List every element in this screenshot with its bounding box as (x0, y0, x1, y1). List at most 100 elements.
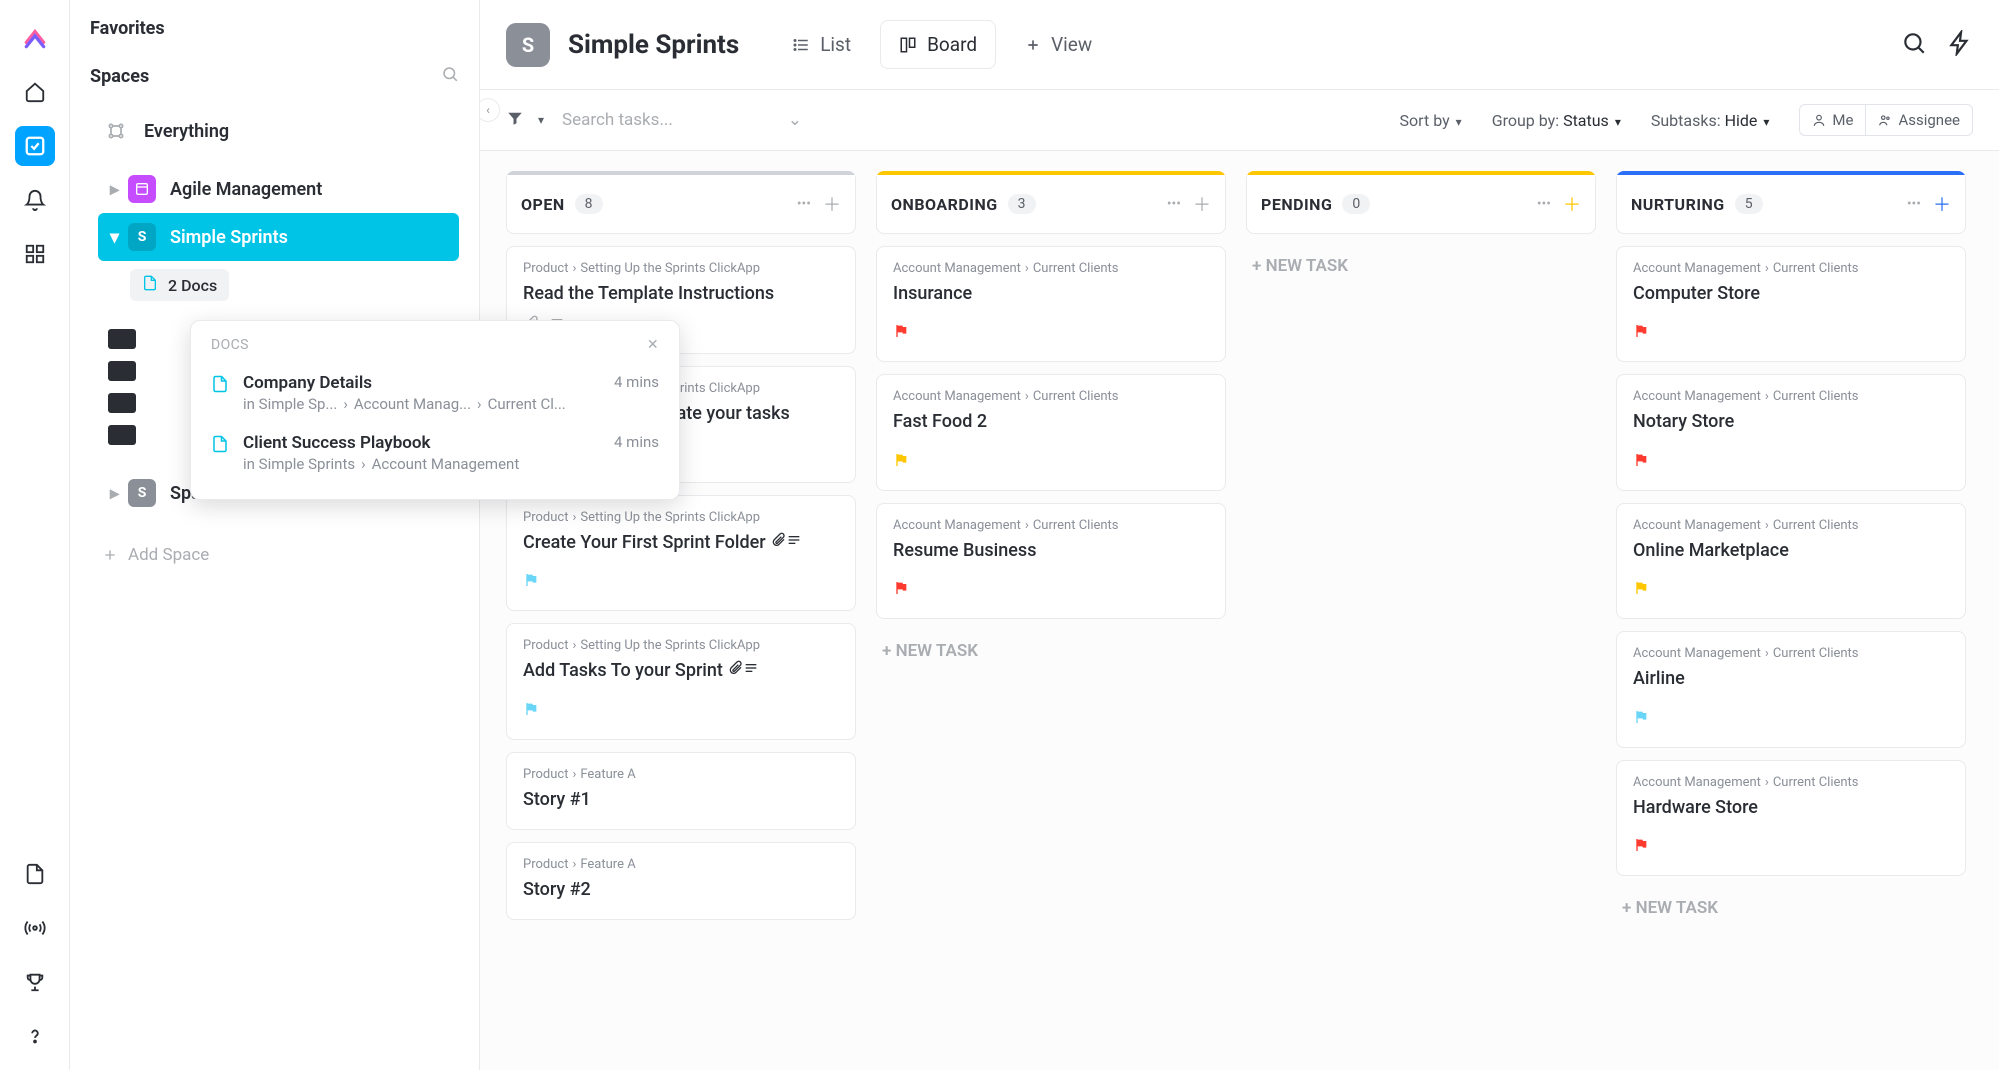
assignee-filter-button[interactable]: Assignee (1866, 105, 1972, 135)
doc-crumbs: in Simple Sprints›Account Management (243, 455, 600, 473)
tab-list-label: List (820, 33, 851, 56)
column-title: OPEN (521, 195, 565, 214)
sort-by-button[interactable]: Sort by (1400, 111, 1462, 130)
task-title: Create Your First Sprint Folder (523, 531, 839, 554)
sidebar-item-simple-sprints[interactable]: ▾ S Simple Sprints (98, 213, 459, 261)
column-menu-icon[interactable]: ••• (797, 196, 811, 212)
logo-icon[interactable] (15, 18, 55, 58)
flag-icon (523, 572, 539, 592)
flag-icon (1633, 709, 1649, 729)
subtasks-button[interactable]: Subtasks: Hide (1651, 111, 1770, 130)
home-icon[interactable] (15, 72, 55, 112)
chevron-down-icon: ⌄ (788, 110, 802, 130)
new-task-button[interactable]: + NEW TASK (876, 631, 1226, 671)
task-breadcrumb: Account Management›Current Clients (893, 518, 1209, 533)
task-card[interactable]: Account Management›Current ClientsOnline… (1616, 503, 1966, 619)
space-title: Simple Sprints (568, 30, 739, 60)
space-chip[interactable]: S (506, 23, 550, 67)
task-card[interactable]: Product›Feature AStory #2 (506, 842, 856, 920)
column-count: 5 (1735, 194, 1763, 214)
task-card[interactable]: Product›Feature A Story #1 (506, 752, 856, 830)
task-breadcrumb: Account Management›Current Clients (1633, 646, 1949, 661)
add-space-button[interactable]: Add Space (90, 535, 459, 575)
caret-down-icon: ▾ (110, 227, 128, 248)
new-task-button[interactable]: + NEW TASK (1246, 246, 1596, 286)
tab-add-view[interactable]: View (1006, 20, 1111, 69)
bell-icon[interactable] (15, 180, 55, 220)
doc-title: Client Success Playbook (243, 433, 600, 453)
task-breadcrumb: Account Management›Current Clients (1633, 775, 1949, 790)
sidebar-item-docs[interactable]: 2 Docs (130, 269, 229, 301)
column-menu-icon[interactable]: ••• (1167, 196, 1181, 212)
folder-placeholder (108, 393, 136, 413)
task-card[interactable]: Account Management›Current ClientsInsura… (876, 246, 1226, 362)
folder-placeholder (108, 425, 136, 445)
column-menu-icon[interactable]: ••• (1537, 196, 1551, 212)
docs-popover-heading: DOCS (211, 337, 249, 353)
tab-view-label: View (1051, 33, 1092, 56)
sidebar-search-icon[interactable] (441, 65, 459, 87)
doc-page-icon (211, 375, 229, 397)
task-card[interactable]: Account Management›Current ClientsComput… (1616, 246, 1966, 362)
doc-page-icon (211, 435, 229, 457)
assignee-label: Assignee (1898, 111, 1960, 129)
task-card[interactable]: Account Management›Current ClientsFast F… (876, 374, 1226, 490)
apps-icon[interactable] (15, 234, 55, 274)
space-icon: S (128, 479, 156, 507)
agile-icon (128, 175, 156, 203)
trophy-icon[interactable] (15, 962, 55, 1002)
sidebar-item-everything[interactable]: Everything (90, 107, 459, 155)
favorites-heading[interactable]: Favorites (90, 18, 459, 39)
help-icon[interactable] (15, 1016, 55, 1056)
doc-row[interactable]: Company Details in Simple Sp...›Account … (191, 363, 679, 423)
task-card[interactable]: Account Management›Current ClientsNotary… (1616, 374, 1966, 490)
column-menu-icon[interactable]: ••• (1907, 196, 1921, 212)
task-breadcrumb: Product›Feature A (523, 767, 839, 782)
task-card[interactable]: Product›Setting Up the Sprints ClickApp C… (506, 495, 856, 611)
column-add-button[interactable]: ＋ (823, 191, 841, 217)
sidebar: Favorites Spaces Everything ▸ Agile Mana… (70, 0, 480, 1070)
doc-icon[interactable] (15, 854, 55, 894)
filter-dropdown[interactable] (532, 112, 544, 128)
board-column-pending: PENDING0•••＋+ NEW TASK (1246, 171, 1596, 1050)
board: OPEN 8 ••• ＋ Product›Setting Up the Sprints … (480, 151, 1999, 1070)
new-task-button[interactable]: + NEW TASK (1616, 888, 1966, 928)
collapse-sidebar-button[interactable]: ‹ (480, 98, 500, 122)
search-tasks-input[interactable]: Search tasks... ⌄ (552, 104, 812, 136)
tasks-icon[interactable] (15, 126, 55, 166)
task-card[interactable]: Account Management›Current Clients Hardwa… (1616, 760, 1966, 876)
search-icon[interactable] (1901, 30, 1927, 60)
flag-icon (1633, 580, 1649, 600)
task-title: Fast Food 2 (893, 410, 1209, 433)
left-rail (0, 0, 70, 1070)
task-breadcrumb: Product›Setting Up the Sprints ClickApp (523, 261, 839, 276)
column-add-button[interactable]: ＋ (1933, 191, 1951, 217)
column-add-button[interactable]: ＋ (1563, 191, 1581, 217)
me-filter-button[interactable]: Me (1800, 105, 1866, 135)
task-title: Hardware Store (1633, 796, 1949, 819)
task-title: Airline (1633, 667, 1949, 690)
flag-icon (893, 580, 909, 600)
task-card[interactable]: Product›Setting Up the Sprints ClickAppA… (506, 623, 856, 739)
task-breadcrumb: Product›Setting Up the Sprints ClickApp (523, 510, 839, 525)
flag-icon (893, 323, 909, 343)
lightning-icon[interactable] (1947, 30, 1973, 60)
task-title: Insurance (893, 282, 1209, 305)
flag-icon (1633, 837, 1649, 857)
column-add-button[interactable]: ＋ (1193, 191, 1211, 217)
filter-icon[interactable] (506, 109, 524, 131)
close-icon[interactable]: ✕ (647, 337, 659, 353)
board-toolbar: ‹ Search tasks... ⌄ Sort by Group by: St… (480, 90, 1999, 151)
tab-board[interactable]: Board (880, 20, 996, 69)
broadcast-icon[interactable] (15, 908, 55, 948)
task-title: Story #1 (523, 788, 839, 811)
sidebar-item-agile[interactable]: ▸ Agile Management (98, 165, 459, 213)
group-by-button[interactable]: Group by: Status (1492, 111, 1621, 130)
doc-row[interactable]: Client Success Playbook in Simple Sprint… (191, 423, 679, 483)
spaces-heading[interactable]: Spaces (90, 66, 149, 87)
column-title: PENDING (1261, 195, 1332, 214)
column-count: 8 (575, 194, 603, 214)
task-card[interactable]: Account Management›Current ClientsResume… (876, 503, 1226, 619)
task-card[interactable]: Account Management›Current Clients Airlin… (1616, 631, 1966, 747)
tab-list[interactable]: List (773, 20, 870, 69)
